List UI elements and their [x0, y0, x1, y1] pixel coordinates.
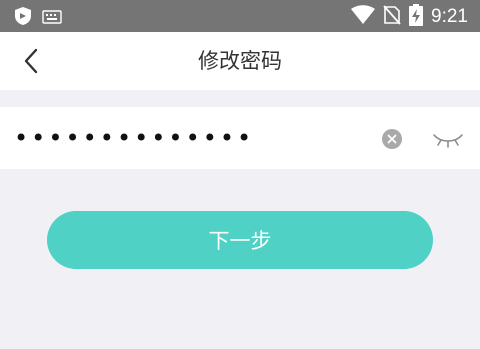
eye-closed-icon — [433, 134, 463, 148]
back-button[interactable] — [14, 44, 48, 78]
toggle-visibility-button[interactable] — [432, 131, 464, 149]
shield-icon — [14, 6, 32, 30]
status-time: 9:21 — [431, 6, 468, 27]
chevron-left-icon — [24, 48, 38, 74]
battery-charging-icon — [409, 4, 424, 30]
clear-button[interactable] — [382, 129, 402, 149]
no-sim-icon — [383, 5, 401, 29]
clear-icon — [387, 134, 397, 144]
wifi-icon — [351, 5, 376, 29]
next-button[interactable]: 下一步 — [47, 211, 433, 269]
password-row — [0, 107, 480, 169]
page-title: 修改密码 — [198, 49, 282, 73]
status-bar: 9:21 — [0, 0, 480, 32]
keyboard-icon — [42, 9, 62, 28]
password-input[interactable] — [14, 117, 364, 159]
status-bar-right: 9:21 — [351, 4, 468, 30]
header: 修改密码 — [0, 32, 480, 90]
status-bar-left — [14, 6, 62, 30]
